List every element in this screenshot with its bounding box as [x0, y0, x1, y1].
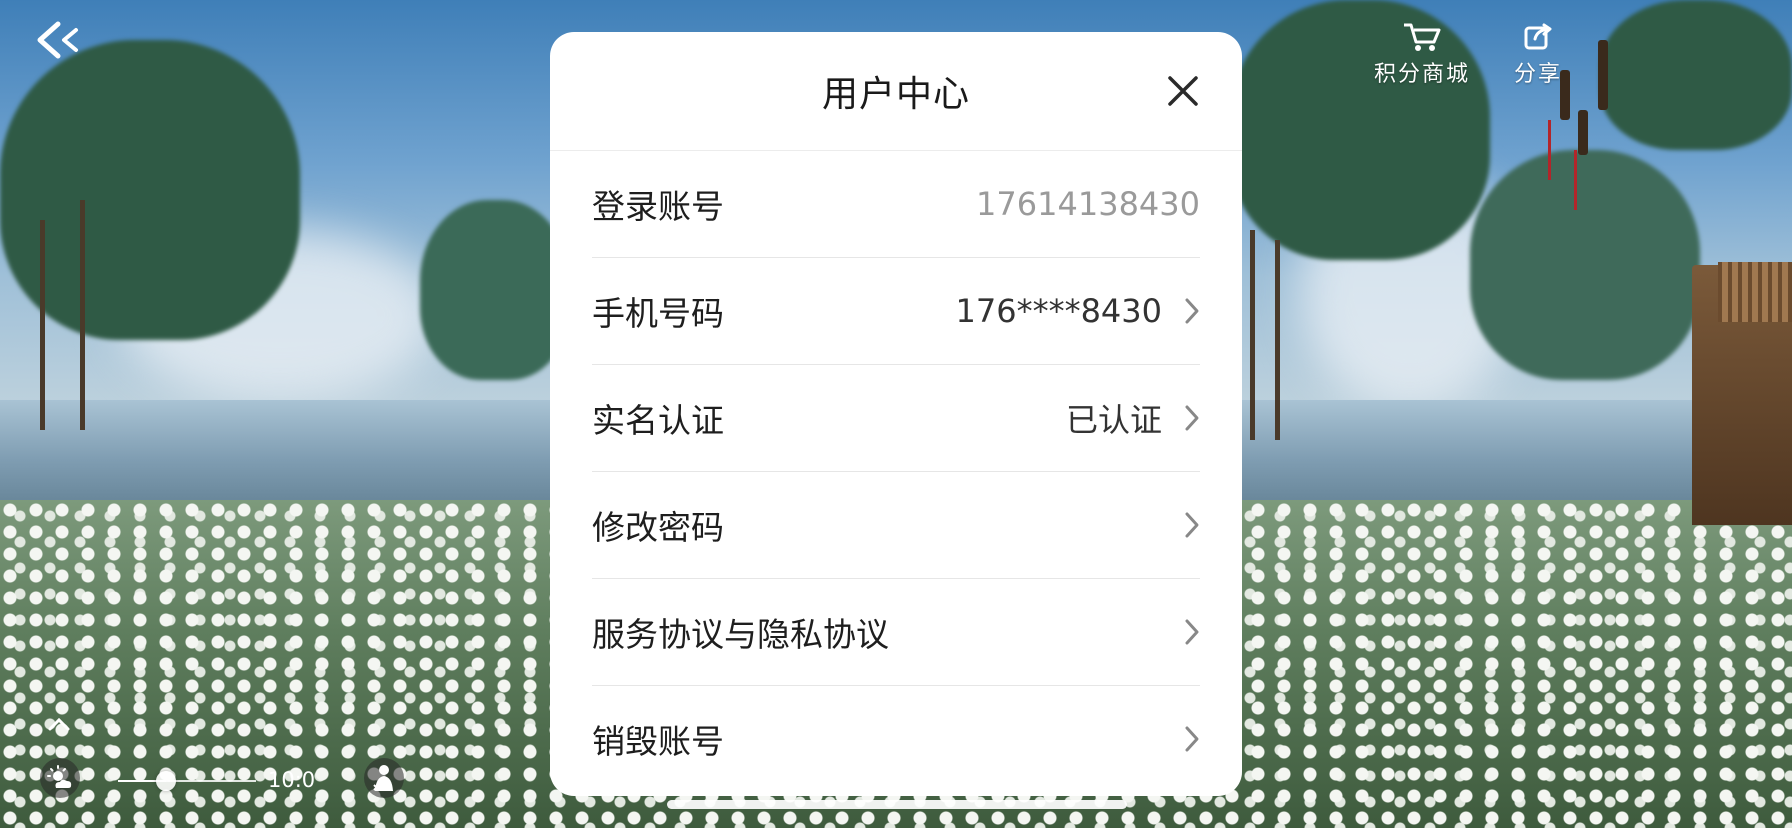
tree-trunk	[1250, 230, 1255, 440]
row-login-account: 登录账号 17614138430	[592, 151, 1200, 258]
row-real-name-verification[interactable]: 实名认证 已认证	[592, 365, 1200, 472]
tree-trunk	[80, 200, 85, 430]
cart-icon	[1404, 23, 1441, 51]
modal-header: 用户中心	[550, 32, 1242, 151]
row-value: 已认证	[1065, 401, 1162, 439]
character-button[interactable]	[364, 758, 404, 798]
chevron-right-icon	[1185, 726, 1199, 752]
tree	[1600, 0, 1792, 150]
time-label: 10:0	[268, 768, 316, 792]
chevron-right-icon	[1185, 405, 1199, 431]
chevron-right-icon	[1185, 512, 1199, 538]
chevron-right-icon	[1185, 298, 1199, 324]
chevron-up-icon	[48, 717, 70, 731]
pavilion-lattice	[1718, 262, 1792, 322]
chevron-right-icon	[1185, 619, 1199, 645]
weather-button[interactable]	[40, 758, 80, 798]
sun-cloud-icon	[47, 765, 72, 788]
row-value: 17614138430	[976, 185, 1200, 223]
time-slider[interactable]	[118, 771, 256, 791]
close-button[interactable]	[1164, 72, 1202, 110]
points-mall-label: 积分商城	[1374, 62, 1471, 87]
tree-trunk	[1275, 240, 1280, 440]
tree	[1470, 150, 1700, 380]
close-icon	[1168, 76, 1198, 106]
share-button[interactable]: 分享	[1514, 22, 1562, 88]
row-value: 176****8430	[955, 292, 1162, 330]
red-tassel	[1548, 120, 1551, 180]
row-service-privacy-agreement[interactable]: 服务协议与隐私协议	[592, 579, 1200, 686]
wind-chime	[1598, 40, 1608, 110]
row-label: 服务协议与隐私协议	[592, 615, 889, 654]
expand-toolbar-button[interactable]	[47, 716, 71, 732]
wind-chime	[1578, 110, 1588, 155]
row-label: 手机号码	[592, 294, 724, 333]
points-mall-button[interactable]: 积分商城	[1374, 22, 1470, 88]
share-icon	[1524, 23, 1552, 50]
row-delete-account[interactable]: 销毁账号	[592, 686, 1200, 792]
home-indicator[interactable]	[667, 800, 1127, 809]
back-button[interactable]	[36, 20, 86, 60]
tree	[420, 200, 570, 380]
settings-list: 登录账号 17614138430 手机号码 176****8430 实名认证 已…	[550, 151, 1242, 792]
back-arrow-icon	[37, 21, 78, 59]
character-icon	[373, 765, 393, 791]
row-phone-number[interactable]: 手机号码 176****8430	[592, 258, 1200, 365]
row-change-password[interactable]: 修改密码	[592, 472, 1200, 579]
row-label: 销毁账号	[592, 722, 724, 761]
modal-title: 用户中心	[821, 74, 970, 115]
red-tassel	[1574, 150, 1577, 210]
row-label: 修改密码	[592, 508, 724, 547]
row-label: 登录账号	[592, 187, 724, 226]
row-label: 实名认证	[592, 401, 724, 440]
user-center-modal: 用户中心 登录账号 17614138430 手机号码 176****8430 实…	[550, 32, 1242, 796]
tree-trunk	[40, 220, 45, 430]
share-label: 分享	[1514, 62, 1563, 87]
tree	[0, 40, 300, 340]
